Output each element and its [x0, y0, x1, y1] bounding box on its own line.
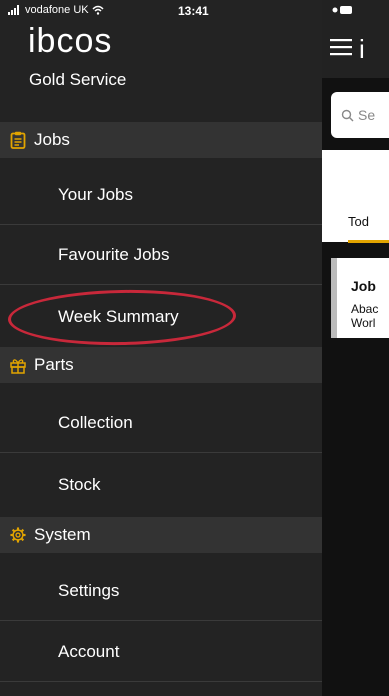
- menu-item-favourite-jobs[interactable]: Favourite Jobs: [0, 225, 322, 285]
- search-placeholder: Se: [358, 107, 376, 123]
- menu-item-label: Your Jobs: [58, 184, 133, 204]
- signal-icon: [8, 5, 19, 15]
- gift-box-icon: [10, 359, 26, 374]
- app-subtitle: Gold Service: [29, 70, 127, 89]
- status-time: 13:41: [178, 4, 209, 18]
- job-card-title: Job: [351, 278, 376, 294]
- job-card[interactable]: Job Abac Worl: [331, 258, 389, 338]
- clipboard-icon: [10, 131, 26, 149]
- app-logo: ibcos: [28, 22, 113, 60]
- status-carrier: vodafone UK: [8, 4, 104, 16]
- search-input[interactable]: Se: [331, 92, 389, 138]
- section-jobs: Jobs: [0, 122, 322, 158]
- tab-active-indicator: [348, 240, 389, 243]
- main-content: i Se Tod Job Abac Worl: [322, 0, 389, 696]
- menu-item-label: Account: [58, 641, 120, 661]
- menu-item-week-summary[interactable]: Week Summary: [0, 287, 322, 346]
- menu-item-settings[interactable]: Settings: [0, 561, 322, 621]
- menu-item-label: Stock: [58, 474, 101, 494]
- battery-icon: [332, 6, 352, 14]
- section-parts: Parts: [0, 347, 322, 383]
- side-menu: vodafone UK 13:41 ibcos Gold Service Job…: [0, 0, 322, 696]
- menu-item-label: Favourite Jobs: [58, 244, 170, 264]
- menu-item-collection[interactable]: Collection: [0, 393, 322, 453]
- job-card-line: Abac: [351, 302, 379, 316]
- menu-item-your-jobs[interactable]: Your Jobs: [0, 165, 322, 225]
- hamburger-menu-icon[interactable]: [330, 38, 352, 56]
- wifi-icon: [92, 5, 104, 15]
- tab-today[interactable]: Tod: [348, 214, 369, 229]
- header-brand: i: [359, 34, 365, 64]
- section-title: System: [34, 525, 91, 544]
- section-system: System: [0, 517, 322, 553]
- section-title: Jobs: [34, 130, 70, 149]
- menu-item-label: Week Summary: [58, 306, 179, 326]
- carrier-name: vodafone UK: [25, 4, 89, 16]
- section-title: Parts: [34, 355, 74, 374]
- menu-item-label: Settings: [58, 580, 120, 600]
- menu-item-label: Collection: [58, 412, 133, 432]
- gear-icon: [10, 527, 26, 543]
- job-card-line: Worl: [351, 316, 376, 330]
- menu-item-stock[interactable]: Stock: [0, 455, 322, 514]
- search-icon: [341, 109, 354, 121]
- menu-item-account[interactable]: Account: [0, 622, 322, 682]
